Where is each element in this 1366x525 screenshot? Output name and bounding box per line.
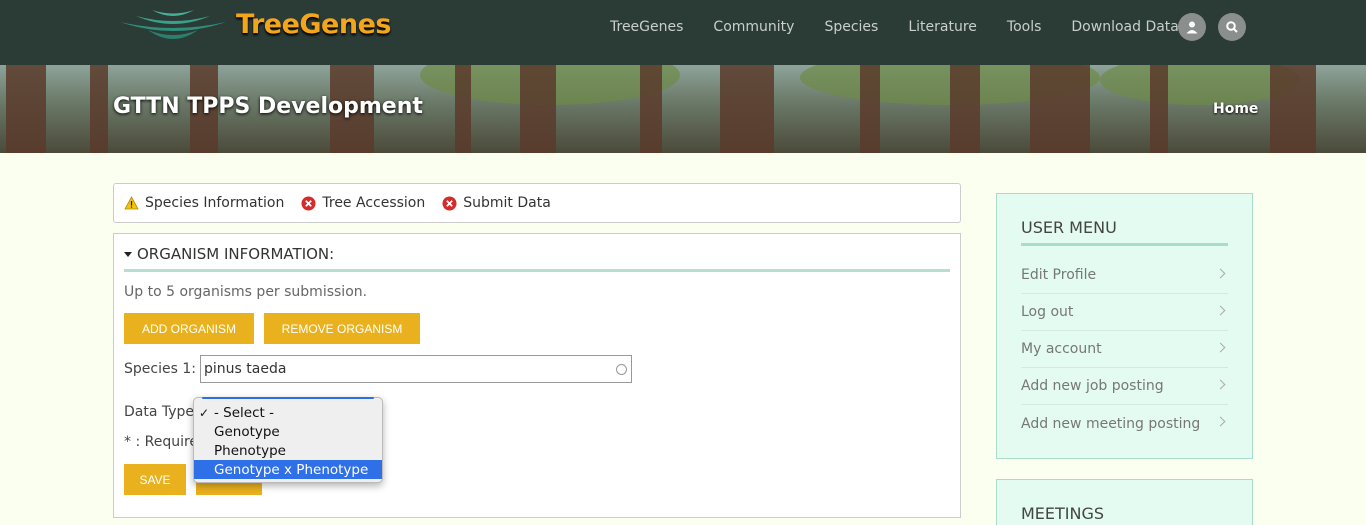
warning-icon [124,196,139,210]
user-icon[interactable] [1178,13,1206,41]
add-organism-button[interactable]: ADD ORGANISM [124,313,254,344]
step-label: Species Information [145,195,285,211]
submission-progress: Species Information Tree Accession Submi… [113,183,961,223]
menu-item-edit-profile[interactable]: Edit Profile [1021,257,1228,294]
nav-community[interactable]: Community [713,19,794,35]
user-menu-block: USER MENU Edit Profile Log out My accoun… [996,193,1253,459]
menu-item-add-job[interactable]: Add new job posting [1021,368,1228,405]
meetings-block: MEETINGS [996,479,1253,525]
step-tree-accession[interactable]: Tree Accession [301,195,425,211]
page-title: GTTN TPPS Development [113,94,423,119]
chevron-right-icon [1215,342,1226,353]
section-header[interactable]: ORGANISM INFORMATION: [124,245,950,272]
species-label: Species 1: * [124,361,208,377]
checkmark-icon: ✓ [199,405,210,420]
select-option[interactable]: Genotype [194,422,382,441]
select-option[interactable]: Genotype x Phenotype [194,460,382,479]
menu-item-add-meeting[interactable]: Add new meeting posting [1021,405,1228,442]
menu-item-my-account[interactable]: My account [1021,331,1228,368]
top-navbar: TreeGenes TreeGenes Community Species Li… [0,0,1366,65]
data-type-label: Data Type: [124,404,199,420]
treegenes-logo-icon[interactable] [118,8,228,48]
species-input[interactable]: pinus taeda [200,355,632,383]
save-button[interactable]: SAVE [124,464,186,495]
step-submit-data[interactable]: Submit Data [442,195,551,211]
nav-download-data[interactable]: Download Data [1071,19,1178,35]
chevron-right-icon [1215,305,1226,316]
caret-down-icon [124,251,132,257]
nav-treegenes[interactable]: TreeGenes [610,19,683,35]
nav-species[interactable]: Species [824,19,878,35]
autocomplete-icon [616,364,627,375]
nav-tools[interactable]: Tools [1007,19,1042,35]
select-option[interactable]: Phenotype [194,441,382,460]
section-description: Up to 5 organisms per submission. [124,284,368,300]
error-icon [442,196,457,210]
meetings-title: MEETINGS [1021,504,1105,523]
search-icon[interactable] [1218,13,1246,41]
menu-item-log-out[interactable]: Log out [1021,294,1228,331]
breadcrumb-home[interactable]: Home [1213,101,1258,117]
nav-literature[interactable]: Literature [908,19,977,35]
step-species-information[interactable]: Species Information [124,195,284,211]
data-type-select-menu[interactable]: ✓ - Select - Genotype Phenotype Genotype … [193,397,383,483]
section-title: ORGANISM INFORMATION: [137,245,335,263]
error-icon [301,196,316,210]
chevron-right-icon [1215,379,1226,390]
chevron-right-icon [1215,268,1226,279]
step-label: Submit Data [463,195,551,211]
step-label: Tree Accession [322,195,426,211]
main-nav: TreeGenes Community Species Literature T… [610,19,1209,35]
page-banner: GTTN TPPS Development Home [0,65,1366,153]
species-value: pinus taeda [204,361,287,377]
logo-text[interactable]: TreeGenes [236,9,391,40]
select-option[interactable]: ✓ - Select - [194,403,382,422]
user-menu-title: USER MENU [1021,218,1228,246]
remove-organism-button[interactable]: REMOVE ORGANISM [264,313,420,344]
chevron-right-icon [1215,416,1226,427]
